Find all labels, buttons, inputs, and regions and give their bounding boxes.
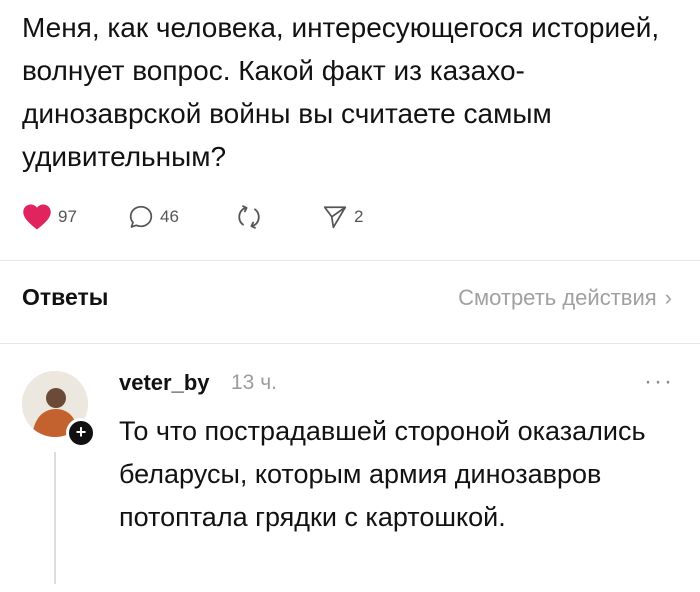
replies-title: Ответы bbox=[22, 284, 109, 310]
reply-username[interactable]: veter_by bbox=[119, 370, 210, 396]
view-activity-link[interactable]: Смотреть действия › bbox=[458, 285, 672, 311]
like-count: 97 bbox=[58, 207, 77, 226]
comment-button[interactable]: 46 bbox=[128, 200, 179, 234]
follow-plus-button[interactable]: + bbox=[66, 418, 96, 448]
repost-button[interactable] bbox=[236, 200, 262, 234]
comment-bubble-icon bbox=[129, 205, 153, 228]
share-button[interactable]: 2 bbox=[322, 200, 363, 234]
post-text: Меня, как человека, интересующегося исто… bbox=[22, 12, 660, 172]
comment-count: 46 bbox=[160, 207, 179, 226]
like-button[interactable]: 97 bbox=[22, 200, 77, 234]
send-icon bbox=[323, 206, 347, 229]
heart-icon bbox=[23, 204, 51, 230]
more-options-icon[interactable]: ··· bbox=[644, 368, 674, 396]
reply-timestamp: 13 ч. bbox=[231, 371, 277, 394]
divider bbox=[0, 343, 700, 344]
chevron-right-icon: › bbox=[664, 285, 672, 310]
share-count: 2 bbox=[354, 207, 364, 226]
thread-line bbox=[54, 452, 56, 584]
reply-text: То что пострадавшей стороной оказались б… bbox=[119, 416, 646, 532]
view-activity-label: Смотреть действия bbox=[458, 285, 657, 310]
repost-icon bbox=[238, 205, 260, 229]
post-actions-bar: 97 46 2 bbox=[22, 200, 442, 234]
divider bbox=[0, 260, 700, 261]
